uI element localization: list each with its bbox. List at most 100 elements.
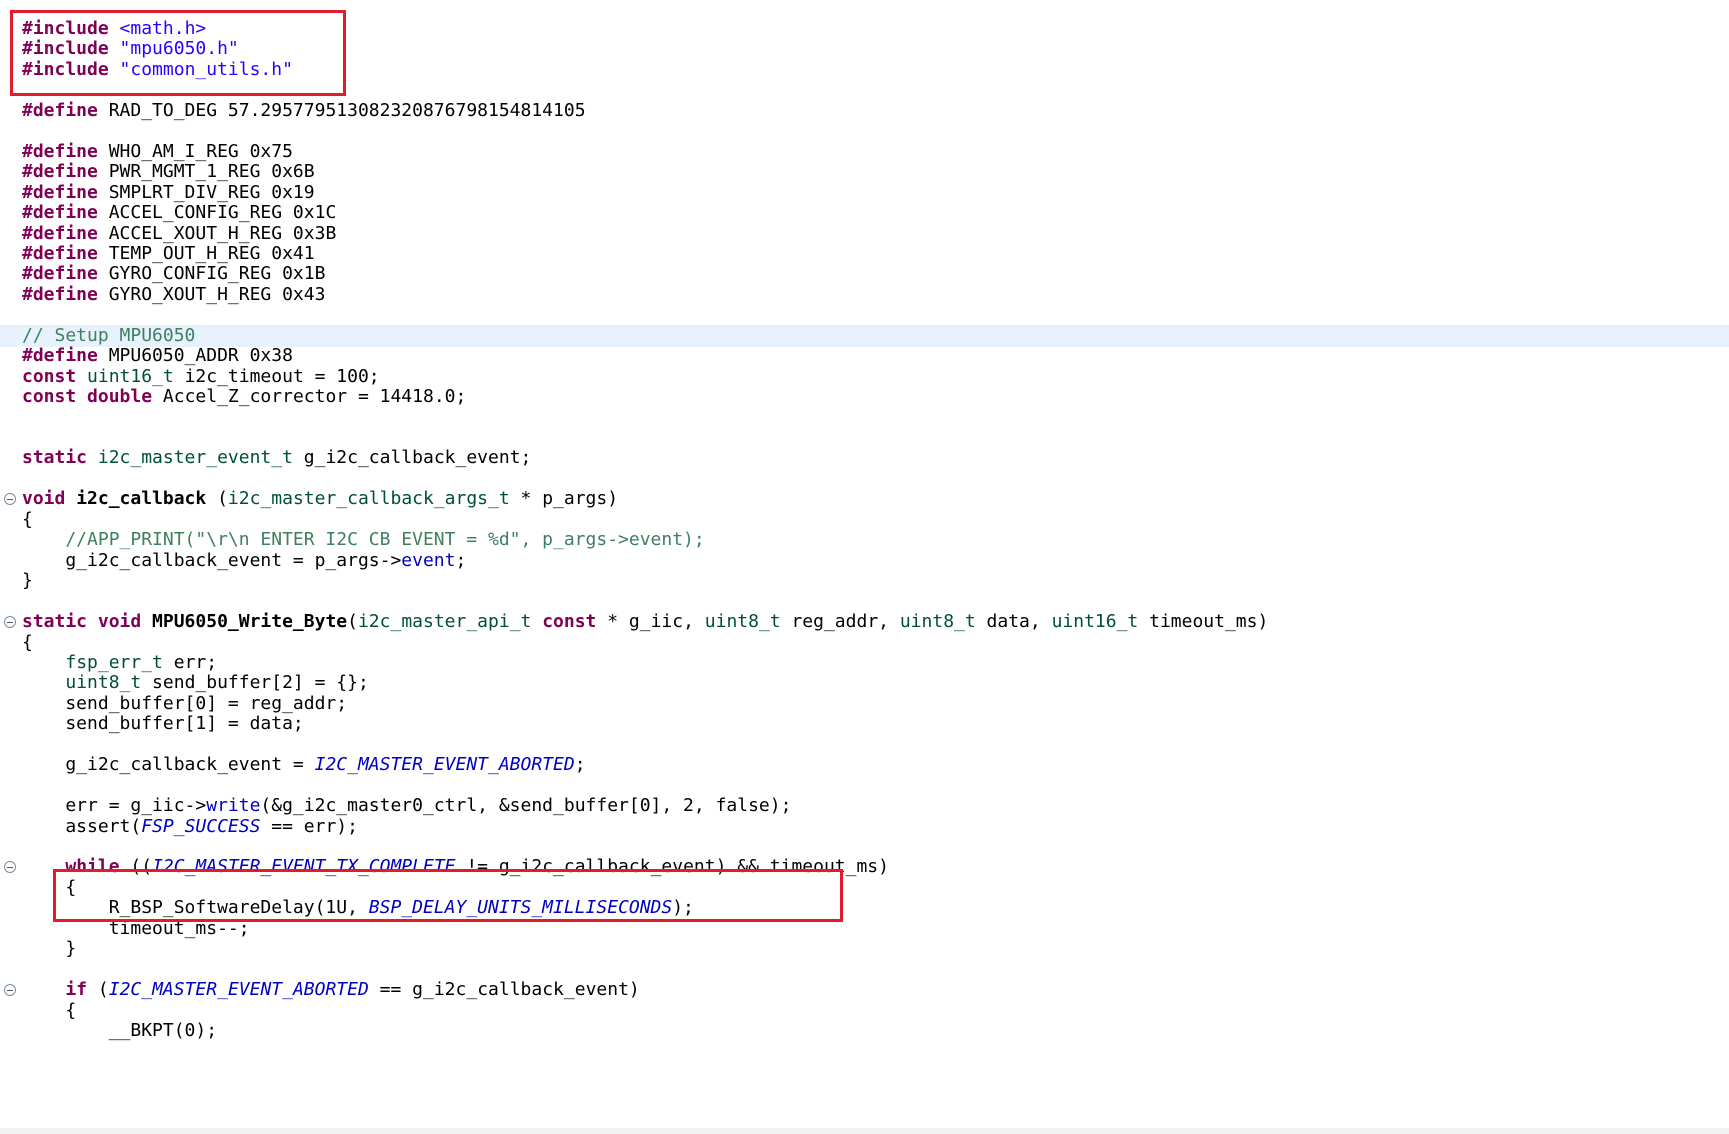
code-token: PWR_MGMT_1_REG 0x6B	[108, 161, 315, 183]
code-token: #define	[22, 283, 109, 305]
code-token: BSP_DELAY_UNITS_MILLISECONDS	[368, 897, 673, 919]
code-token: WHO_AM_I_REG 0x75	[108, 140, 293, 162]
code-line[interactable]: static void MPU6050_Write_Byte(i2c_maste…	[0, 611, 1729, 634]
code-text: __BKPT(0);	[22, 1020, 217, 1043]
code-token: MPU6050_Write_Byte	[152, 611, 348, 633]
code-token: "common_utils.h"	[119, 58, 293, 80]
code-line[interactable]: send_buffer[1] = data;	[0, 713, 1729, 736]
code-token: GYRO_CONFIG_REG 0x1B	[108, 263, 326, 285]
code-token: <math.h>	[119, 18, 207, 39]
code-token: send_buffer[1] = data;	[22, 713, 304, 735]
code-token: // Setup MPU6050	[22, 324, 196, 346]
code-text: #include <math.h>	[22, 18, 206, 41]
code-line[interactable]: #define ACCEL_XOUT_H_REG 0x3B	[0, 223, 1729, 246]
code-editor[interactable]: #include <math.h> #include "mpu6050.h" #in…	[0, 0, 1729, 1134]
code-text: {	[22, 1000, 76, 1023]
code-line[interactable]	[0, 959, 1729, 982]
code-line[interactable]	[0, 775, 1729, 798]
code-token: #define	[22, 161, 109, 183]
code-line[interactable]: fsp_err_t err;	[0, 652, 1729, 675]
code-token: timeout_ms)	[1138, 611, 1269, 633]
code-line[interactable]: #define GYRO_CONFIG_REG 0x1B	[0, 263, 1729, 286]
code-line[interactable]: assert(FSP_SUCCESS == err);	[0, 816, 1729, 839]
code-token: __BKPT(0);	[22, 1020, 218, 1042]
code-line[interactable]	[0, 120, 1729, 143]
code-line[interactable]: //APP_PRINT("\r\n ENTER I2C CB EVENT = %…	[0, 529, 1729, 552]
code-line[interactable]: #define MPU6050_ADDR 0x38	[0, 345, 1729, 368]
code-line[interactable]: if (I2C_MASTER_EVENT_ABORTED == g_i2c_ca…	[0, 979, 1729, 1002]
code-line[interactable]: #include "mpu6050.h"	[0, 38, 1729, 61]
code-line[interactable]	[0, 304, 1729, 327]
code-token: i2c_callback	[76, 488, 207, 510]
code-line[interactable]: {	[0, 632, 1729, 655]
code-text: #define SMPLRT_DIV_REG 0x19	[22, 182, 315, 205]
code-line[interactable]: while ((I2C_MASTER_EVENT_TX_COMPLETE != …	[0, 856, 1729, 879]
code-text: #define ACCEL_CONFIG_REG 0x1C	[22, 202, 336, 225]
code-line[interactable]: #define GYRO_XOUT_H_REG 0x43	[0, 284, 1729, 307]
code-token: ACCEL_CONFIG_REG 0x1C	[108, 202, 337, 224]
horizontal-scroll-edge[interactable]	[0, 1128, 1729, 1134]
fold-collapse-icon[interactable]	[4, 616, 16, 629]
code-text: send_buffer[0] = reg_addr;	[22, 693, 347, 716]
code-text: send_buffer[1] = data;	[22, 713, 304, 736]
code-text: }	[22, 938, 76, 961]
code-line[interactable]: void i2c_callback (i2c_master_callback_a…	[0, 488, 1729, 511]
code-line[interactable]: __BKPT(0);	[0, 1020, 1729, 1043]
code-line[interactable]	[0, 734, 1729, 757]
code-token: );	[672, 897, 694, 919]
code-line[interactable]: #define ACCEL_CONFIG_REG 0x1C	[0, 202, 1729, 225]
code-text: #define RAD_TO_DEG 57.295779513082320876…	[22, 100, 586, 123]
code-line[interactable]: // Setup MPU6050	[0, 324, 1729, 348]
fold-collapse-icon[interactable]	[4, 984, 16, 997]
code-line[interactable]: const double Accel_Z_corrector = 14418.0…	[0, 386, 1729, 409]
code-text: uint8_t send_buffer[2] = {};	[22, 672, 368, 695]
code-text: g_i2c_callback_event = I2C_MASTER_EVENT_…	[22, 754, 585, 777]
code-line[interactable]: #include <math.h>	[0, 18, 1729, 41]
code-text: assert(FSP_SUCCESS == err);	[22, 816, 358, 839]
code-line[interactable]: const uint16_t i2c_timeout = 100;	[0, 366, 1729, 389]
code-token: (	[347, 611, 358, 633]
code-line[interactable]: }	[0, 570, 1729, 593]
code-line[interactable]: R_BSP_SoftwareDelay(1U, BSP_DELAY_UNITS_…	[0, 897, 1729, 920]
code-line[interactable]: {	[0, 1000, 1729, 1023]
code-line[interactable]: #define TEMP_OUT_H_REG 0x41	[0, 243, 1729, 266]
code-text: #define TEMP_OUT_H_REG 0x41	[22, 243, 315, 266]
code-token: ((	[119, 856, 153, 878]
code-line[interactable]	[0, 427, 1729, 450]
code-line[interactable]: #define PWR_MGMT_1_REG 0x6B	[0, 161, 1729, 184]
code-token: g_i2c_callback_event;	[292, 447, 532, 469]
fold-collapse-icon[interactable]	[4, 493, 16, 506]
code-line[interactable]: send_buffer[0] = reg_addr;	[0, 693, 1729, 716]
code-token: "mpu6050.h"	[119, 38, 239, 60]
fold-collapse-icon[interactable]	[4, 861, 16, 874]
code-token: {	[22, 631, 33, 653]
code-line[interactable]: #include "common_utils.h"	[0, 59, 1729, 82]
code-line[interactable]: {	[0, 509, 1729, 532]
code-line[interactable]	[0, 79, 1729, 102]
code-token: == err);	[260, 815, 358, 837]
code-token: * g_iic,	[596, 611, 705, 633]
code-token: write	[206, 795, 261, 817]
code-line[interactable]	[0, 468, 1729, 491]
code-line[interactable]: timeout_ms--;	[0, 918, 1729, 941]
code-line[interactable]: }	[0, 938, 1729, 961]
code-line[interactable]: uint8_t send_buffer[2] = {};	[0, 672, 1729, 695]
code-line[interactable]	[0, 407, 1729, 430]
code-line[interactable]	[0, 836, 1729, 859]
code-line[interactable]: static i2c_master_event_t g_i2c_callback…	[0, 447, 1729, 470]
code-line[interactable]: g_i2c_callback_event = p_args->event;	[0, 550, 1729, 573]
code-line[interactable]: #define WHO_AM_I_REG 0x75	[0, 141, 1729, 164]
code-line[interactable]: {	[0, 877, 1729, 900]
code-text: const double Accel_Z_corrector = 14418.0…	[22, 386, 466, 409]
code-token: I2C_MASTER_EVENT_TX_COMPLETE	[152, 856, 456, 878]
code-line[interactable]: err = g_iic->write(&g_i2c_master0_ctrl, …	[0, 795, 1729, 818]
code-line[interactable]	[0, 591, 1729, 614]
code-line[interactable]: #define SMPLRT_DIV_REG 0x19	[0, 182, 1729, 205]
code-line[interactable]: #define RAD_TO_DEG 57.295779513082320876…	[0, 100, 1729, 123]
code-line[interactable]: g_i2c_callback_event = I2C_MASTER_EVENT_…	[0, 754, 1729, 777]
code-token: #define	[22, 99, 109, 121]
code-token: #include	[22, 38, 120, 60]
